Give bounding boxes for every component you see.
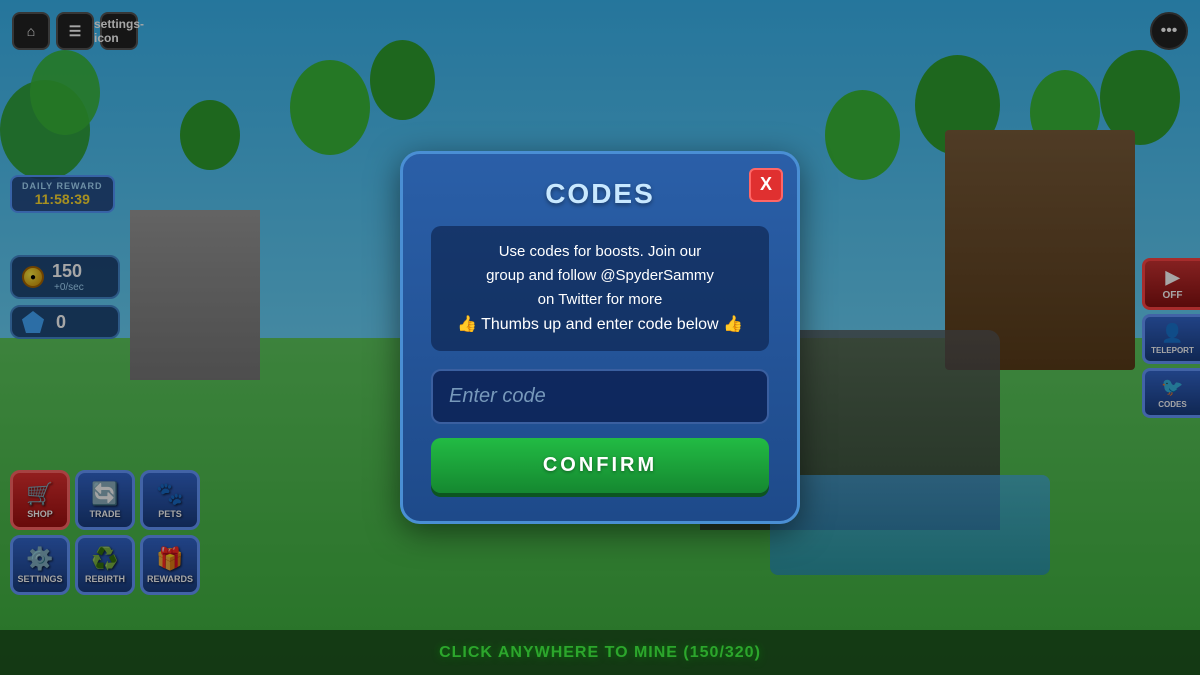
modal-overlay: X CODES Use codes for boosts. Join our g… (0, 0, 1200, 675)
code-input[interactable] (431, 369, 769, 424)
desc-line2: group and follow @SpyderSammy (486, 267, 714, 284)
modal-title: CODES (431, 178, 769, 210)
close-icon: X (760, 174, 772, 195)
desc-line1: Use codes for boosts. Join our (499, 243, 702, 260)
ui-layer: ⌂ ☰ settings-icon ••• DAILY REWARD 11:58… (0, 0, 1200, 675)
desc-line4: 👍 Thumbs up and enter code below 👍 (457, 316, 743, 333)
confirm-button[interactable]: CONFIRM (431, 438, 769, 493)
codes-modal: X CODES Use codes for boosts. Join our g… (400, 151, 800, 525)
close-button[interactable]: X (749, 168, 783, 202)
modal-description: Use codes for boosts. Join our group and… (431, 226, 769, 352)
confirm-label: CONFIRM (543, 454, 657, 476)
desc-line3: on Twitter for more (538, 291, 663, 308)
